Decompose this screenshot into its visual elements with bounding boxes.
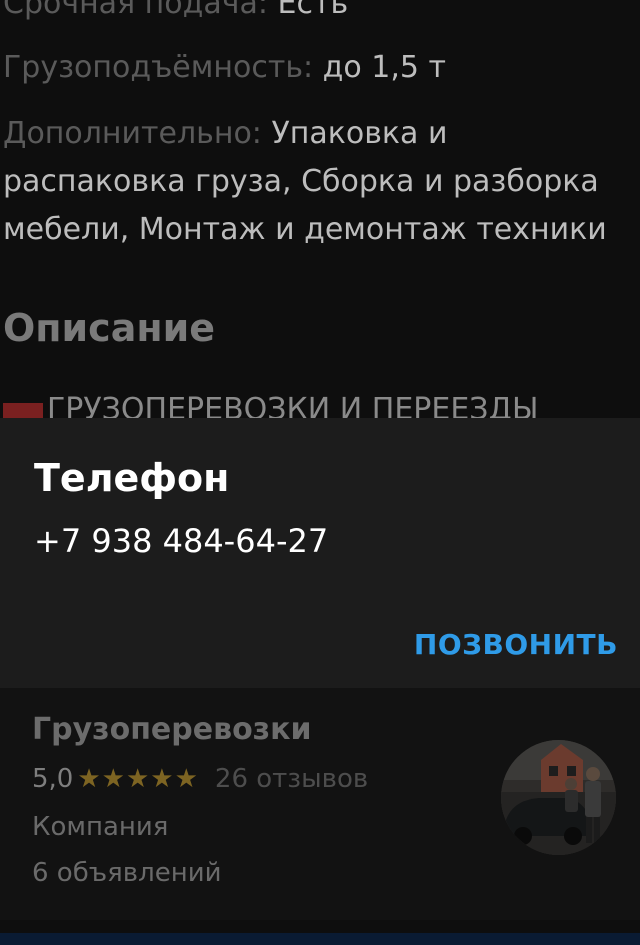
phone-sheet-title: Телефон (34, 456, 230, 500)
flag-icon (3, 403, 43, 418)
avatar[interactable] (501, 740, 616, 855)
urgent-value: Есть (277, 0, 349, 21)
urgent-row: Срочная подача: Есть (3, 0, 348, 28)
capacity-label: Грузоподъёмность: (3, 50, 314, 85)
star-rating-icon: ★★★★★ (77, 764, 199, 794)
seller-rating: 5,0 ★★★★★ 26 отзывов (32, 764, 368, 794)
rating-value: 5,0 (32, 764, 74, 794)
urgent-label: Срочная подача: (3, 0, 268, 21)
avatar-photo (501, 740, 616, 855)
capacity-value: до 1,5 т (322, 50, 447, 85)
description-text: ГРУЗОПЕРЕВОЗКИ И ПЕРЕЕЗДЫ (47, 392, 539, 418)
description-title: Описание (3, 306, 216, 350)
call-button[interactable]: ПОЗВОНИТЬ (414, 628, 618, 661)
listing-page: Срочная подача: Есть Грузоподъёмность: д… (0, 0, 640, 945)
phone-number[interactable]: +7 938 484-64-27 (34, 522, 328, 560)
extra-row: Дополнительно: Упаковка и распаковка гру… (3, 110, 635, 254)
description-first-line: ГРУЗОПЕРЕВОЗКИ И ПЕРЕЕЗДЫ (3, 386, 538, 418)
seller-ads-count[interactable]: 6 объявлений (32, 858, 222, 888)
capacity-row: Грузоподъёмность: до 1,5 т (3, 44, 446, 92)
seller-name[interactable]: Грузоперевозки (32, 712, 312, 747)
seller-type: Компания (32, 812, 169, 842)
bottom-bar (0, 933, 640, 945)
reviews-link[interactable]: 26 отзывов (215, 764, 368, 794)
extra-label: Дополнительно: (3, 116, 262, 151)
